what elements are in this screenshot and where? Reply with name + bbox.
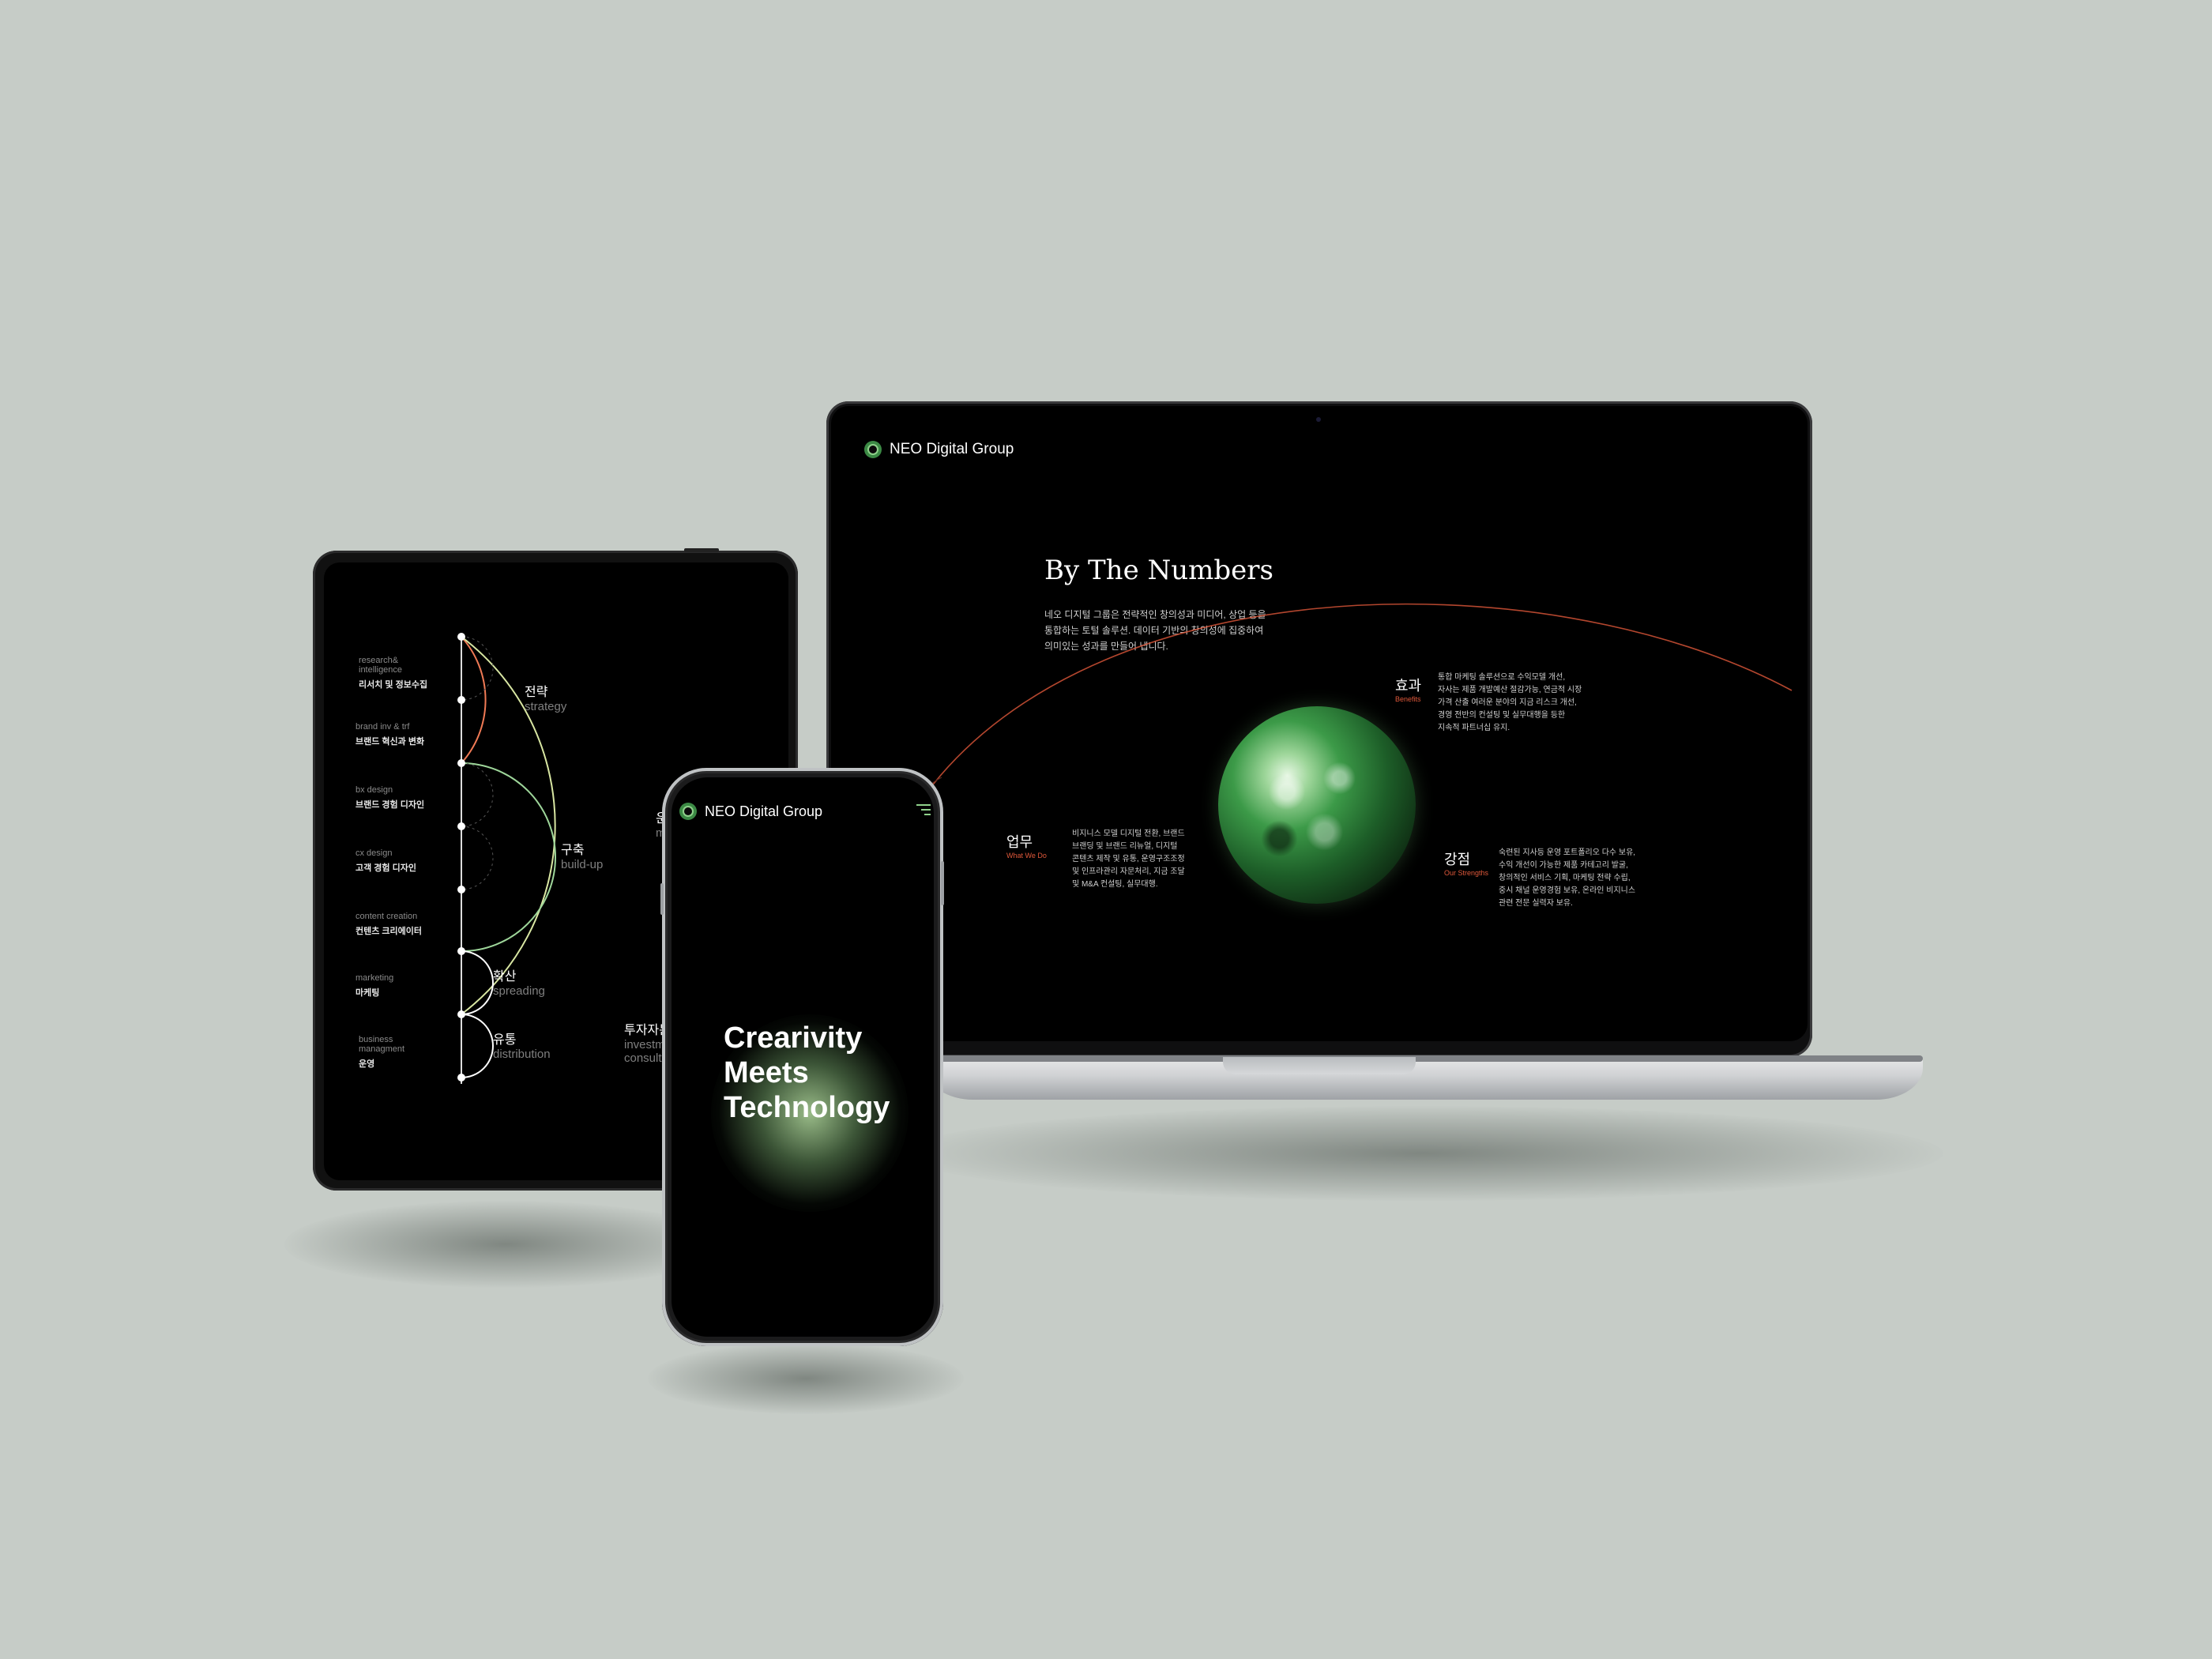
brand-logo-icon [679,803,697,820]
block-title-ko: 업무 [1006,834,1033,850]
stage-strategy: 전략 strategy [525,686,567,713]
phone-shadow [648,1343,964,1414]
tablet-button [684,548,719,552]
block-what-we-do: 업무 What We Do [1006,831,1047,860]
laptop-screen: NEO Digital Group By The Numbers 네오 디지털 … [831,406,1808,1041]
stage-distribution: 유통 distribution [493,1033,551,1061]
block-what-we-do-text: 비지니스 모델 디지털 전환, 브랜드 브랜딩 및 브랜드 리뉴얼, 디지털 콘… [1072,830,1185,889]
planet-texture [1242,738,1392,872]
stage-buildup: 구축 build-up [561,844,604,871]
tablet-shadow [284,1201,727,1288]
label-business: business managment 운영 [359,1035,405,1069]
brand-name: NEO Digital Group [705,803,823,819]
hamburger-icon[interactable] [916,804,931,815]
planet-icon [1218,706,1416,904]
block-title-en: Benefits [1395,695,1421,703]
stage-spreading: 확산 spreading [493,970,545,998]
label-marketing: marketing 마케팅 [356,973,394,998]
phone-screen: NEO Digital Group Crearivity Meets Techn… [672,777,934,1337]
laptop-hinge [926,1055,1923,1062]
phone-side-button [941,861,944,905]
hero-title: Crearivity Meets Technology [724,1021,890,1124]
label-content: content creation 컨텐츠 크리에이터 [356,912,423,936]
block-title-en: What We Do [1006,852,1047,860]
block-title-ko: 효과 [1395,678,1422,694]
block-strengths: 강점 Our Strengths [1444,848,1488,877]
laptop-base [926,1055,1923,1100]
block-title-en: Our Strengths [1444,869,1489,877]
label-cx-design: cx design 고객 경험 디자인 [356,848,416,873]
block-benefits-text: 통합 마케팅 솔루션으로 수익모델 개선, 자사는 제품 개발예산 절감가능, … [1438,673,1582,732]
label-research: research& intelligence 리서치 및 정보수집 [359,656,428,690]
block-benefits: 효과 Benefits [1395,675,1421,703]
block-strengths-text: 숙련된 지사등 운영 포트폴리오 다수 보유, 수익 개선이 가능한 제품 카테… [1499,848,1636,908]
block-title-ko: 강점 [1444,852,1471,867]
phone-brand[interactable]: NEO Digital Group [679,803,822,820]
laptop-shadow [901,1106,1943,1201]
phone-volume-button [660,883,664,915]
label-brand-inv: brand inv & trf 브랜드 혁신과 변화 [356,722,425,747]
label-bx-design: bx design 브랜드 경험 디자인 [356,785,425,810]
laptop-trackpad-notch [1223,1057,1416,1074]
